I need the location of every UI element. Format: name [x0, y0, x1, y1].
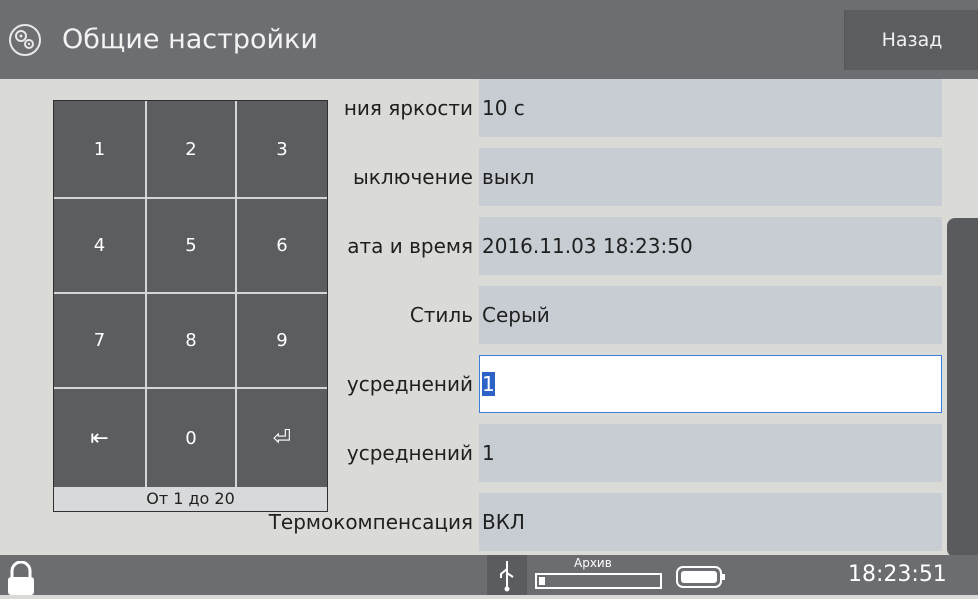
- setting-value[interactable]: ВКЛ: [479, 493, 942, 551]
- enter-key-icon[interactable]: ⏎: [237, 389, 327, 487]
- range-hint: От 1 до 20: [54, 487, 327, 511]
- key-0[interactable]: 0: [147, 389, 237, 487]
- archive-progress: [535, 573, 662, 589]
- page-title: Общие настройки: [62, 24, 318, 55]
- selected-text: 1: [482, 372, 495, 396]
- key-8[interactable]: 8: [147, 294, 237, 389]
- usb-icon: [500, 561, 514, 592]
- key-5[interactable]: 5: [147, 199, 237, 294]
- back-button[interactable]: Назад: [844, 10, 978, 70]
- status-bar: Архив 18:23:51: [0, 555, 978, 595]
- setting-value[interactable]: 1: [479, 424, 942, 482]
- header-bar: Общие настройки Назад: [0, 0, 978, 79]
- key-4[interactable]: 4: [54, 199, 147, 294]
- setting-value[interactable]: 10 с: [479, 79, 942, 137]
- key-6[interactable]: 6: [237, 199, 327, 294]
- archive-progress-fill: [539, 577, 545, 585]
- setting-value[interactable]: Серый: [479, 286, 942, 344]
- usb-area: [487, 555, 527, 595]
- setting-label: Стиль: [409, 303, 473, 327]
- setting-label: усреднений: [346, 372, 473, 396]
- averaging-input[interactable]: 1: [479, 355, 942, 413]
- setting-label: ата и время: [347, 234, 473, 258]
- battery-icon: [676, 566, 725, 588]
- key-2[interactable]: 2: [147, 101, 237, 199]
- lock-icon[interactable]: [6, 561, 36, 595]
- setting-label: ыключение: [353, 165, 473, 189]
- setting-label: усреднений: [346, 441, 473, 465]
- setting-label: ния яркости: [343, 96, 473, 120]
- gears-icon: [9, 24, 41, 56]
- key-3[interactable]: 3: [237, 101, 327, 199]
- backspace-key-icon[interactable]: ⇤: [54, 389, 147, 487]
- clock: 18:23:51: [848, 562, 947, 587]
- archive-label: Архив: [574, 556, 612, 570]
- key-7[interactable]: 7: [54, 294, 147, 389]
- setting-value[interactable]: выкл: [479, 148, 942, 206]
- key-9[interactable]: 9: [237, 294, 327, 389]
- key-1[interactable]: 1: [54, 101, 147, 199]
- setting-value[interactable]: 2016.11.03 18:23:50: [479, 217, 942, 275]
- scrollbar[interactable]: [947, 218, 978, 557]
- numeric-keypad: 1 2 3 4 5 6 7 8 9 ⇤ 0 ⏎ От 1 до 20: [53, 100, 328, 512]
